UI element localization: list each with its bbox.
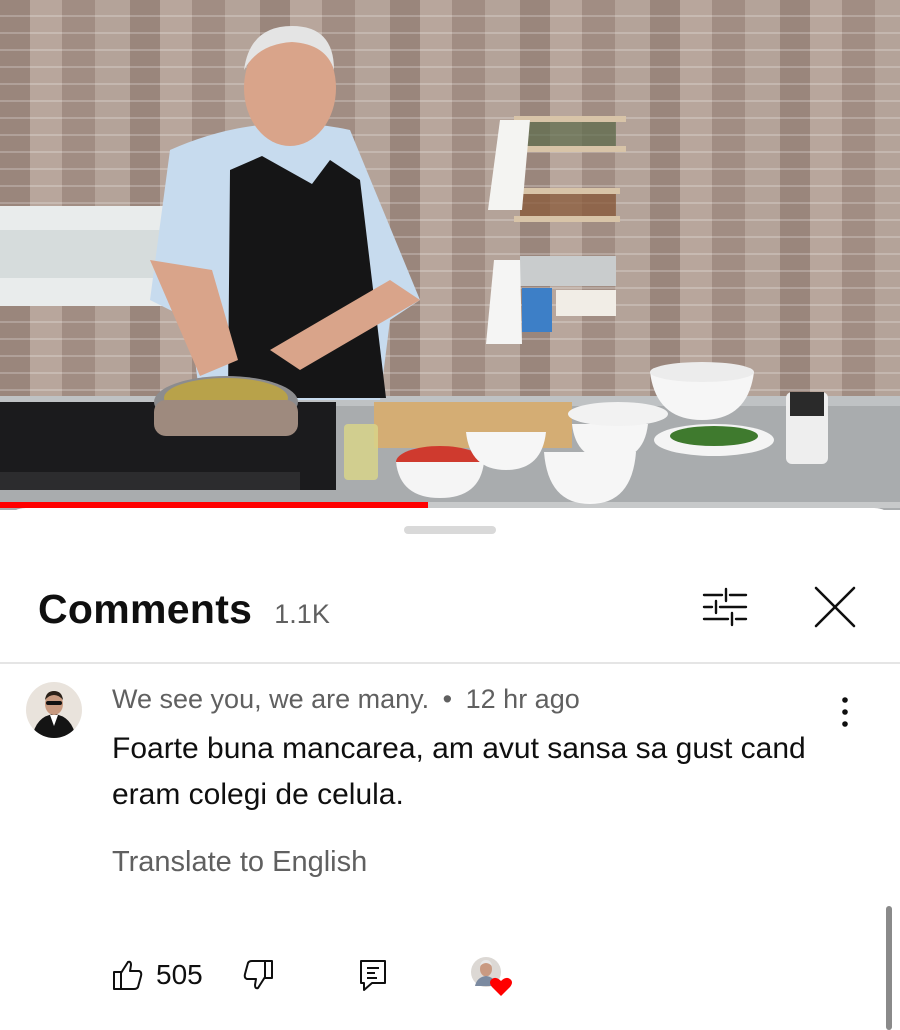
thumbs-up-icon xyxy=(113,960,143,990)
like-count: 505 xyxy=(156,959,203,990)
reply-icon xyxy=(360,960,386,991)
creator-heart-badge xyxy=(468,954,514,998)
scrollbar[interactable] xyxy=(886,906,892,1030)
comment-time: 12 hr ago xyxy=(465,684,580,714)
meta-separator: • xyxy=(442,684,453,714)
comments-panel: Comments 1.1K We see you, we are many. •… xyxy=(0,508,900,1030)
thumbs-down-icon xyxy=(243,960,273,990)
reply-button[interactable] xyxy=(358,958,388,997)
comment-meta: We see you, we are many. • 12 hr ago xyxy=(112,684,580,715)
comments-header: Comments 1.1K xyxy=(38,586,330,633)
more-vertical-icon xyxy=(842,697,848,727)
header-divider xyxy=(0,662,900,664)
translate-link[interactable]: Translate to English xyxy=(112,846,367,879)
sort-filter-icon xyxy=(702,587,748,627)
sort-filter-button[interactable] xyxy=(698,580,752,634)
close-button[interactable] xyxy=(806,580,864,634)
video-player[interactable] xyxy=(0,0,900,510)
comment-more-button[interactable] xyxy=(830,692,860,732)
drag-handle[interactable] xyxy=(404,526,496,534)
dislike-button[interactable] xyxy=(242,958,274,997)
comment-actions: 505 xyxy=(112,954,532,998)
comment-author[interactable]: We see you, we are many. xyxy=(112,684,429,714)
commenter-avatar[interactable] xyxy=(26,682,82,738)
comments-count: 1.1K xyxy=(274,599,330,629)
creator-heart-icon xyxy=(471,957,512,996)
like-button[interactable]: 505 xyxy=(112,958,203,992)
comment-text: Foarte buna mancarea, am avut sansa sa g… xyxy=(112,732,806,811)
close-icon xyxy=(814,586,856,628)
video-frame-illustration xyxy=(0,26,900,510)
comments-title: Comments xyxy=(38,586,253,632)
